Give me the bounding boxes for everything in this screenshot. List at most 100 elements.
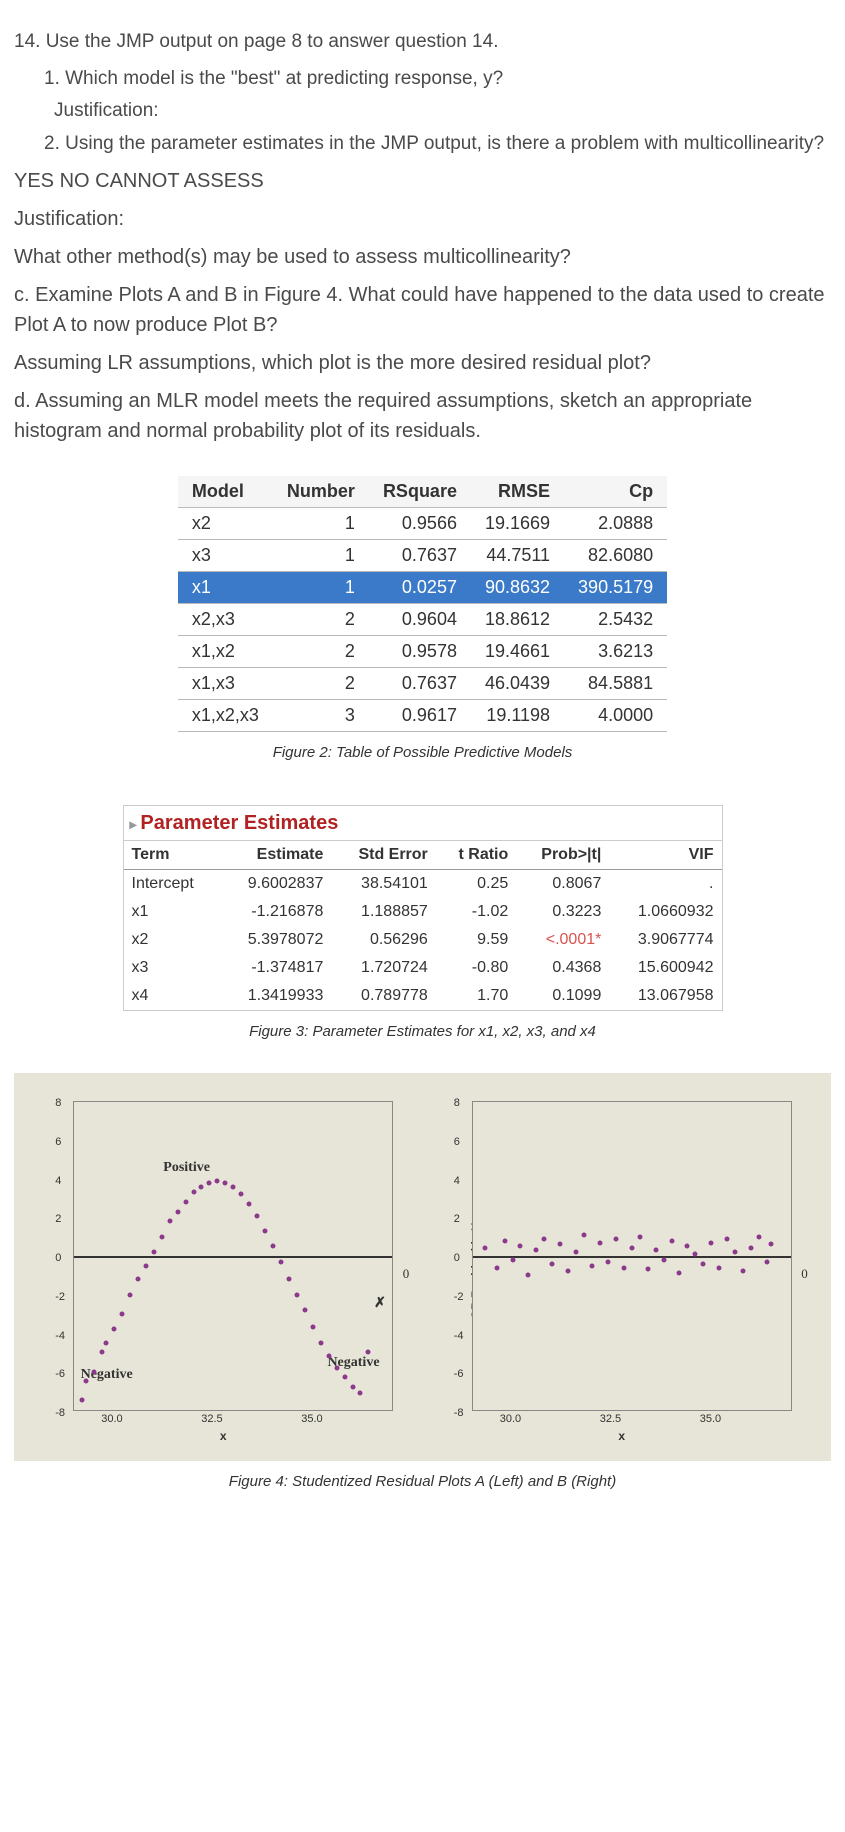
data-point: [326, 1354, 331, 1359]
table-row: x310.763744.751182.6080: [178, 540, 667, 572]
cell: 90.8632: [471, 572, 564, 604]
plot-b-xlabel: x: [618, 1427, 625, 1445]
cell: 0.9578: [369, 636, 471, 668]
table-row: x1,x2,x330.961719.11984.0000: [178, 700, 667, 732]
plot-b-zero-label: 0: [801, 1264, 808, 1284]
cell: x1,x3: [178, 668, 273, 700]
part2-other-methods: What other method(s) may be used to asse…: [14, 242, 831, 272]
models-header: RSquare: [369, 476, 471, 508]
cell: 0.3223: [516, 898, 609, 926]
xtick: 32.5: [600, 1411, 621, 1428]
data-point: [494, 1265, 499, 1270]
question-part-c: c. Examine Plots A and B in Figure 4. Wh…: [14, 280, 831, 340]
cell: 19.4661: [471, 636, 564, 668]
data-point: [334, 1365, 339, 1370]
ytick: -4: [454, 1328, 464, 1345]
cell: .: [609, 869, 721, 898]
cell: 0.9604: [369, 604, 471, 636]
data-point: [183, 1200, 188, 1205]
cell: 2: [273, 668, 369, 700]
data-point: [629, 1246, 634, 1251]
cell: x2: [124, 926, 220, 954]
ytick: 2: [454, 1211, 460, 1228]
data-point: [112, 1327, 117, 1332]
part1-justification: Justification:: [54, 97, 831, 126]
ytick: 6: [454, 1134, 460, 1151]
data-point: [119, 1311, 124, 1316]
cell: 1: [273, 508, 369, 540]
data-point: [590, 1263, 595, 1268]
data-point: [764, 1259, 769, 1264]
question-14: 14. Use the JMP output on page 8 to answ…: [14, 28, 831, 57]
models-table: ModelNumberRSquareRMSECp x210.956619.166…: [178, 476, 667, 732]
data-point: [645, 1267, 650, 1272]
ytick: 8: [55, 1095, 61, 1112]
ytick: -8: [55, 1405, 65, 1422]
plot-a-zero-label: 0: [403, 1264, 410, 1284]
data-point: [693, 1252, 698, 1257]
data-point: [482, 1246, 487, 1251]
data-point: [310, 1325, 315, 1330]
figure-4-caption: Figure 4: Studentized Residual Plots A (…: [14, 1471, 831, 1494]
cell: -1.216878: [219, 898, 331, 926]
param-header: Std Error: [331, 841, 435, 870]
cell: 2: [273, 604, 369, 636]
table-row: x1,x320.763746.043984.5881: [178, 668, 667, 700]
xtick: 35.0: [700, 1411, 721, 1428]
cell: 18.8612: [471, 604, 564, 636]
data-point: [613, 1236, 618, 1241]
data-point: [685, 1244, 690, 1249]
cell: 3: [273, 700, 369, 732]
cell: x2: [178, 508, 273, 540]
data-point: [749, 1246, 754, 1251]
cell: 0.1099: [516, 982, 609, 1010]
cell: 0.9617: [369, 700, 471, 732]
data-point: [318, 1340, 323, 1345]
ytick: -6: [55, 1366, 65, 1383]
cell: -1.374817: [219, 954, 331, 982]
data-point: [741, 1269, 746, 1274]
cell: 2: [273, 636, 369, 668]
cell: 390.5179: [564, 572, 667, 604]
data-point: [518, 1244, 523, 1249]
cell: 1: [273, 572, 369, 604]
ytick: 4: [55, 1173, 61, 1190]
data-point: [526, 1273, 531, 1278]
ytick: 0: [454, 1250, 460, 1267]
ytick: 4: [454, 1173, 460, 1190]
data-point: [605, 1259, 610, 1264]
cell: 9.59: [436, 926, 516, 954]
data-point: [278, 1259, 283, 1264]
cell: x4: [124, 982, 220, 1010]
data-point: [661, 1257, 666, 1262]
data-point: [582, 1232, 587, 1237]
table-row: x210.956619.16692.0888: [178, 508, 667, 540]
ytick: -2: [454, 1289, 464, 1306]
data-point: [709, 1240, 714, 1245]
data-point: [127, 1292, 132, 1297]
cell: 38.54101: [331, 869, 435, 898]
cell: 13.067958: [609, 982, 721, 1010]
data-point: [768, 1242, 773, 1247]
table-row: x1,x220.957819.46613.6213: [178, 636, 667, 668]
data-point: [756, 1234, 761, 1239]
cell: 19.1198: [471, 700, 564, 732]
cell: 3.6213: [564, 636, 667, 668]
cell: 2.0888: [564, 508, 667, 540]
ytick: 0: [55, 1250, 61, 1267]
models-header: Cp: [564, 476, 667, 508]
ytick: -2: [55, 1289, 65, 1306]
plot-a-negative-left-label: Negative: [81, 1364, 133, 1385]
ytick: 6: [55, 1134, 61, 1151]
data-point: [597, 1240, 602, 1245]
residual-plot-b: QR Residual in Y 0 x 86420-2-4-6-830.032…: [432, 1091, 812, 1451]
data-point: [725, 1236, 730, 1241]
cell: 84.5881: [564, 668, 667, 700]
ytick: -4: [55, 1328, 65, 1345]
cell: 1.0660932: [609, 898, 721, 926]
part2-options: YES NO CANNOT ASSESS: [14, 166, 831, 196]
data-point: [621, 1265, 626, 1270]
cell: 0.4368: [516, 954, 609, 982]
cell: 44.7511: [471, 540, 564, 572]
data-point: [151, 1250, 156, 1255]
